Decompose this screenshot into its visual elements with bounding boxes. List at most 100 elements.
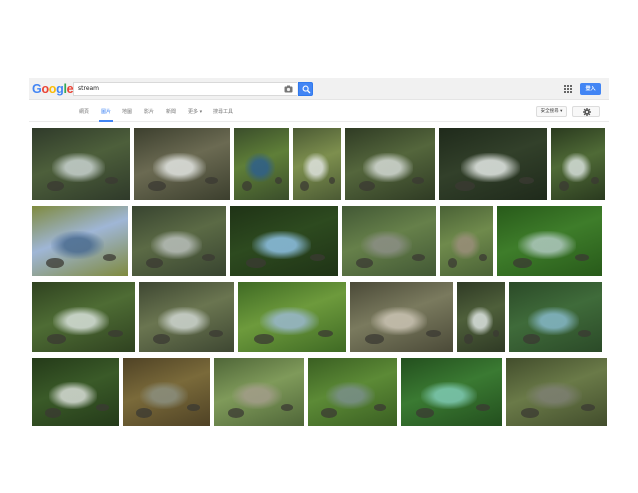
rock-shape xyxy=(104,176,119,185)
image-result-thumbnail[interactable] xyxy=(342,206,436,276)
rock-shape xyxy=(242,181,253,192)
rock-shape xyxy=(148,181,166,192)
image-result-thumbnail[interactable] xyxy=(32,206,128,276)
stream-water-shape xyxy=(150,230,203,259)
stream-water-shape xyxy=(245,153,276,182)
rock-shape xyxy=(96,404,109,412)
search-icon xyxy=(302,85,311,94)
rock-shape xyxy=(274,176,283,185)
image-result-thumbnail[interactable] xyxy=(234,128,289,200)
image-result-thumbnail[interactable] xyxy=(132,206,226,276)
image-result-thumbnail[interactable] xyxy=(551,128,605,200)
rock-shape xyxy=(559,181,569,192)
rock-shape xyxy=(522,333,540,344)
rock-shape xyxy=(479,253,487,261)
rock-shape xyxy=(136,408,152,418)
image-result-thumbnail[interactable] xyxy=(506,358,607,426)
rock-shape xyxy=(254,333,274,344)
rock-shape xyxy=(455,181,475,192)
safe-search-button[interactable]: 安全搜尋 ▾ xyxy=(536,106,567,117)
image-result-thumbnail[interactable] xyxy=(440,206,493,276)
image-result-thumbnail[interactable] xyxy=(439,128,547,200)
camera-icon[interactable] xyxy=(284,85,293,93)
rock-shape xyxy=(426,329,441,337)
active-tab-indicator xyxy=(99,120,113,122)
rock-shape xyxy=(365,333,384,344)
rock-shape xyxy=(300,181,309,192)
image-result-thumbnail[interactable] xyxy=(350,282,453,352)
search-button[interactable] xyxy=(298,82,313,96)
rock-shape xyxy=(317,329,334,337)
rock-shape xyxy=(47,333,66,344)
stream-water-shape xyxy=(561,153,592,182)
gear-icon xyxy=(583,108,591,116)
search-input[interactable]: stream xyxy=(73,82,297,96)
stream-water-shape xyxy=(518,230,576,259)
tab-news[interactable]: 新聞 xyxy=(166,108,176,116)
image-result-thumbnail[interactable] xyxy=(345,128,435,200)
settings-button[interactable] xyxy=(572,106,600,117)
rock-shape xyxy=(358,181,375,192)
stream-water-shape xyxy=(302,153,329,182)
tab-search-tools[interactable]: 搜尋工具 xyxy=(213,108,233,116)
rock-shape xyxy=(577,329,591,337)
stream-water-shape xyxy=(251,230,311,259)
image-result-thumbnail[interactable] xyxy=(293,128,341,200)
image-result-thumbnail[interactable] xyxy=(457,282,505,352)
rock-shape xyxy=(580,404,595,412)
rock-shape xyxy=(280,404,294,412)
stream-water-shape xyxy=(466,306,493,335)
rock-shape xyxy=(373,404,387,412)
tab-images[interactable]: 圖片 xyxy=(101,108,111,116)
image-result-thumbnail[interactable] xyxy=(32,282,135,352)
rock-shape xyxy=(153,333,171,344)
tab-web[interactable]: 網頁 xyxy=(79,108,89,116)
stream-water-shape xyxy=(460,153,520,182)
tab-videos[interactable]: 影片 xyxy=(144,108,154,116)
stream-water-shape xyxy=(49,381,98,409)
image-result-thumbnail[interactable] xyxy=(509,282,602,352)
rock-shape xyxy=(411,253,425,261)
rock-shape xyxy=(416,408,435,418)
rock-shape xyxy=(590,176,599,185)
image-result-thumbnail[interactable] xyxy=(230,206,338,276)
rock-shape xyxy=(227,408,244,418)
rock-shape xyxy=(356,257,373,268)
top-header-bar: Google stream 登入 xyxy=(29,78,609,100)
stream-water-shape xyxy=(527,306,579,335)
rock-shape xyxy=(146,257,163,268)
rock-shape xyxy=(447,257,458,268)
rock-shape xyxy=(574,253,590,261)
image-result-thumbnail[interactable] xyxy=(214,358,304,426)
stream-water-shape xyxy=(370,306,428,335)
stream-water-shape xyxy=(259,306,319,335)
tab-maps[interactable]: 地圖 xyxy=(122,108,132,116)
rock-shape xyxy=(209,329,223,337)
stream-water-shape xyxy=(325,381,375,409)
rock-shape xyxy=(321,408,338,418)
image-results-grid xyxy=(29,128,609,426)
rock-shape xyxy=(512,257,532,268)
logo-letter: G xyxy=(32,82,42,96)
stream-water-shape xyxy=(526,381,582,409)
image-result-thumbnail[interactable] xyxy=(139,282,234,352)
apps-grid-icon[interactable] xyxy=(564,85,572,93)
image-result-thumbnail[interactable] xyxy=(401,358,502,426)
image-result-thumbnail[interactable] xyxy=(308,358,397,426)
image-result-thumbnail[interactable] xyxy=(123,358,210,426)
rock-shape xyxy=(492,329,500,337)
image-result-thumbnail[interactable] xyxy=(238,282,346,352)
rock-shape xyxy=(201,253,215,261)
stream-water-shape xyxy=(52,306,110,335)
google-logo[interactable]: Google xyxy=(32,81,74,97)
image-result-thumbnail[interactable] xyxy=(32,128,130,200)
tab-more[interactable]: 更多 ▾ xyxy=(188,108,202,116)
image-result-thumbnail[interactable] xyxy=(32,358,119,426)
stream-water-shape xyxy=(232,381,282,409)
sign-in-button[interactable]: 登入 xyxy=(580,83,601,95)
image-result-thumbnail[interactable] xyxy=(497,206,602,276)
image-result-thumbnail[interactable] xyxy=(134,128,230,200)
stream-water-shape xyxy=(153,153,206,182)
search-tabs-bar: 網頁 圖片 地圖 影片 新聞 更多 ▾ 搜尋工具 安全搜尋 ▾ xyxy=(29,100,609,122)
search-query-text[interactable]: stream xyxy=(78,83,99,95)
